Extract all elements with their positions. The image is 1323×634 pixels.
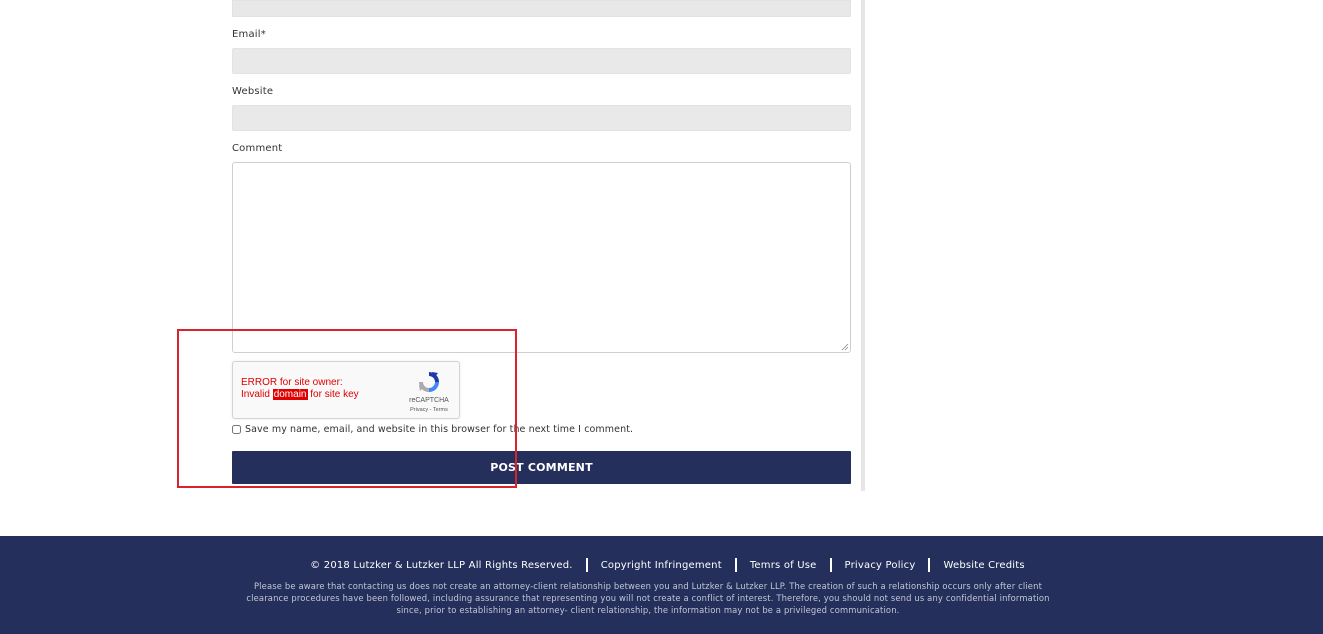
- footer-separator: [734, 558, 737, 572]
- site-footer: © 2018 Lutzker & Lutzker LLP All Rights …: [0, 536, 1323, 634]
- footer-link-terms-of-use[interactable]: Temrs of Use: [750, 560, 817, 571]
- footer-nav: © 2018 Lutzker & Lutzker LLP All Rights …: [0, 558, 1323, 572]
- email-label: Email*: [232, 29, 266, 40]
- comment-textarea[interactable]: [232, 162, 851, 353]
- footer-separator: [928, 558, 931, 572]
- footer-link-copyright-infringement[interactable]: Copyright Infringement: [601, 560, 722, 571]
- footer-separator: [829, 558, 832, 572]
- footer-copyright: © 2018 Lutzker & Lutzker LLP All Rights …: [310, 559, 573, 571]
- annotation-highlight-box: [177, 329, 517, 488]
- resize-grip-icon[interactable]: [841, 343, 849, 351]
- website-label: Website: [232, 86, 274, 97]
- website-field[interactable]: [232, 105, 851, 131]
- footer-disclaimer: Please be aware that contacting us does …: [246, 581, 1050, 615]
- footer-link-privacy-policy[interactable]: Privacy Policy: [845, 560, 916, 571]
- content-divider: [861, 0, 865, 491]
- footer-separator: [585, 558, 588, 572]
- email-field[interactable]: [232, 48, 851, 74]
- footer-link-website-credits[interactable]: Website Credits: [943, 560, 1024, 571]
- name-field[interactable]: [232, 0, 851, 17]
- comment-label: Comment: [232, 143, 283, 154]
